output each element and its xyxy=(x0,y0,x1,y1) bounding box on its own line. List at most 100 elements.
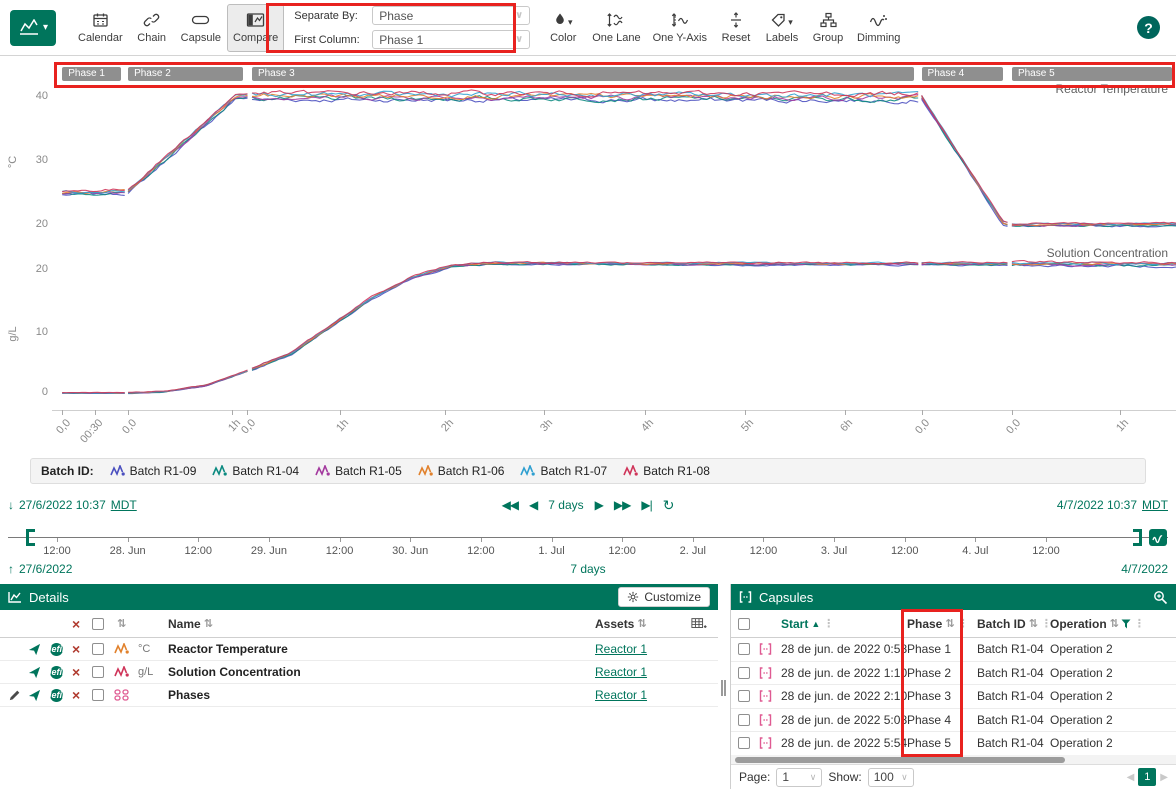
column-header-phase[interactable]: Phase ⇅ ⋮ xyxy=(907,617,977,631)
trend-line-batch-r1-06-lane2[interactable] xyxy=(128,371,247,393)
capsule-time-icon[interactable] xyxy=(1149,529,1167,546)
trend-line-batch-r1-07-lane2[interactable] xyxy=(252,262,918,369)
column-menu-icon[interactable]: ⋮ xyxy=(1134,617,1145,630)
send-to-trend-icon[interactable] xyxy=(28,666,41,679)
row-checkbox[interactable] xyxy=(92,689,104,701)
range-start-handle[interactable] xyxy=(26,529,35,546)
column-settings-icon[interactable] xyxy=(691,617,707,630)
trend-line-batch-r1-07-lane1[interactable] xyxy=(922,96,1008,223)
calendar-button[interactable]: Calendar xyxy=(72,4,129,52)
column-header-operation[interactable]: Operation ⇅ ⋮ xyxy=(1050,617,1176,631)
labels-button[interactable]: ▾ Labels xyxy=(759,4,805,52)
customize-button[interactable]: Customize xyxy=(618,587,710,607)
remove-item-icon[interactable]: × xyxy=(72,665,92,679)
trend-line-batch-r1-04-lane2[interactable] xyxy=(128,371,247,393)
compare-button[interactable]: Compare xyxy=(227,4,284,52)
asset-link[interactable]: Reactor 1 xyxy=(595,688,647,702)
refresh-icon[interactable]: ↻ xyxy=(663,497,675,514)
legend-item[interactable]: Batch R1-04 xyxy=(212,464,299,478)
select-all-checkbox[interactable] xyxy=(92,618,104,630)
remove-item-icon[interactable]: × xyxy=(72,642,92,656)
color-button[interactable]: ▾ Color xyxy=(540,4,586,52)
arrow-up-icon[interactable]: ↑ xyxy=(8,562,14,576)
timezone-link[interactable]: MDT xyxy=(1142,498,1168,512)
trend-line-batch-r1-04-lane2[interactable] xyxy=(252,263,918,370)
trend-line-batch-r1-05-lane2[interactable] xyxy=(252,263,918,369)
select-all-checkbox[interactable] xyxy=(738,618,750,630)
step-back-icon[interactable]: ◀ xyxy=(529,498,537,512)
page-select[interactable]: 1 ∨ xyxy=(776,768,822,787)
range-duration[interactable]: 7 days xyxy=(548,498,583,512)
next-page-icon[interactable]: ▶ xyxy=(1160,772,1168,783)
trend-line-batch-r1-08-lane1[interactable] xyxy=(922,95,1008,222)
column-header-start[interactable]: Start ▲ ⋮ xyxy=(781,617,907,631)
help-button[interactable]: ? xyxy=(1137,16,1160,39)
step-forward-icon[interactable]: ▶ xyxy=(595,498,603,512)
filter-icon[interactable] xyxy=(1121,619,1131,629)
jump-start-icon[interactable]: ◀◀ xyxy=(502,498,518,512)
legend-item[interactable]: Batch R1-09 xyxy=(110,464,197,478)
group-button[interactable]: Group xyxy=(805,4,851,52)
chain-button[interactable]: Chain xyxy=(129,4,175,52)
column-menu-icon[interactable]: ⋮ xyxy=(823,617,834,630)
one-y-axis-button[interactable]: One Y-Axis xyxy=(647,4,713,52)
column-header-batch-id[interactable]: Batch ID ⇅ ⋮ xyxy=(977,617,1050,631)
row-checkbox[interactable] xyxy=(738,643,750,655)
row-checkbox[interactable] xyxy=(92,666,104,678)
trend-line-batch-r1-09-lane1[interactable] xyxy=(128,98,247,193)
timeline-track[interactable] xyxy=(8,537,1168,538)
legend-item[interactable]: Batch R1-05 xyxy=(315,464,402,478)
panel-resize-divider[interactable] xyxy=(718,584,730,789)
capsule-button[interactable]: Capsule xyxy=(175,4,227,52)
show-select[interactable]: 100 ∨ xyxy=(868,768,914,787)
asset-link[interactable]: Reactor 1 xyxy=(595,665,647,679)
item-name[interactable]: Phases xyxy=(168,688,550,702)
phase-chip-5[interactable]: Phase 5 xyxy=(1012,67,1172,81)
info-icon[interactable]: undefined xyxy=(50,643,63,656)
trend-line-batch-r1-04-lane1[interactable] xyxy=(128,97,247,192)
range-end-datetime[interactable]: 4/7/2022 10:37 xyxy=(1057,498,1137,512)
one-lane-button[interactable]: One Lane xyxy=(586,4,646,52)
drag-grip-icon[interactable] xyxy=(721,680,726,696)
remove-item-icon[interactable]: × xyxy=(72,688,92,702)
column-menu-icon[interactable]: ⋮ xyxy=(1041,617,1050,630)
current-page-button[interactable]: 1 xyxy=(1138,768,1156,786)
trend-line-batch-r1-06-lane2[interactable] xyxy=(252,262,918,369)
first-column-select[interactable]: Phase 1 ∨ xyxy=(372,30,530,49)
prev-page-icon[interactable]: ◀ xyxy=(1127,772,1135,783)
trend-line-batch-r1-05-lane2[interactable] xyxy=(128,371,247,393)
reset-button[interactable]: Reset xyxy=(713,4,759,52)
phase-chip-2[interactable]: Phase 2 xyxy=(128,67,243,81)
worksheet-view-selector-button[interactable]: ▾ xyxy=(10,10,56,46)
range-start-datetime[interactable]: 27/6/2022 10:37 xyxy=(19,498,106,512)
edit-icon[interactable] xyxy=(8,689,21,702)
separate-by-select[interactable]: Phase ∨ xyxy=(372,6,530,25)
jump-end-icon[interactable]: ▶| xyxy=(641,498,651,512)
item-name[interactable]: Reactor Temperature xyxy=(168,642,550,656)
scrollbar-thumb[interactable] xyxy=(735,757,1065,763)
row-checkbox[interactable] xyxy=(92,643,104,655)
trend-line-batch-r1-08-lane2[interactable] xyxy=(252,262,918,369)
column-header-assets[interactable]: Assets ⇅ xyxy=(550,617,680,631)
trend-line-batch-r1-09-lane2[interactable] xyxy=(252,264,918,371)
range-end-handle[interactable] xyxy=(1133,529,1142,546)
remove-all-icon[interactable]: × xyxy=(72,617,92,631)
send-to-trend-icon[interactable] xyxy=(28,643,41,656)
info-icon[interactable]: undefined xyxy=(50,689,63,702)
legend-item[interactable]: Batch R1-08 xyxy=(623,464,710,478)
item-name[interactable]: Solution Concentration xyxy=(168,665,550,679)
trend-line-batch-r1-07-lane2[interactable] xyxy=(128,371,247,393)
row-checkbox[interactable] xyxy=(738,690,750,702)
legend-item[interactable]: Batch R1-06 xyxy=(418,464,505,478)
zoom-to-selected-capsules-button[interactable] xyxy=(1153,590,1168,605)
column-header-name[interactable]: Name ⇅ xyxy=(168,617,550,631)
jump-forward-icon[interactable]: ▶▶ xyxy=(614,498,630,512)
phase-chip-4[interactable]: Phase 4 xyxy=(922,67,1004,81)
sort-icon[interactable]: ⇅ xyxy=(117,617,126,630)
send-to-trend-icon[interactable] xyxy=(28,689,41,702)
column-menu-icon[interactable]: ⋮ xyxy=(958,617,969,630)
row-checkbox[interactable] xyxy=(738,714,750,726)
trend-line-batch-r1-09-lane2[interactable] xyxy=(128,371,247,393)
phase-chip-3[interactable]: Phase 3 xyxy=(252,67,914,81)
info-icon[interactable]: undefined xyxy=(50,666,63,679)
